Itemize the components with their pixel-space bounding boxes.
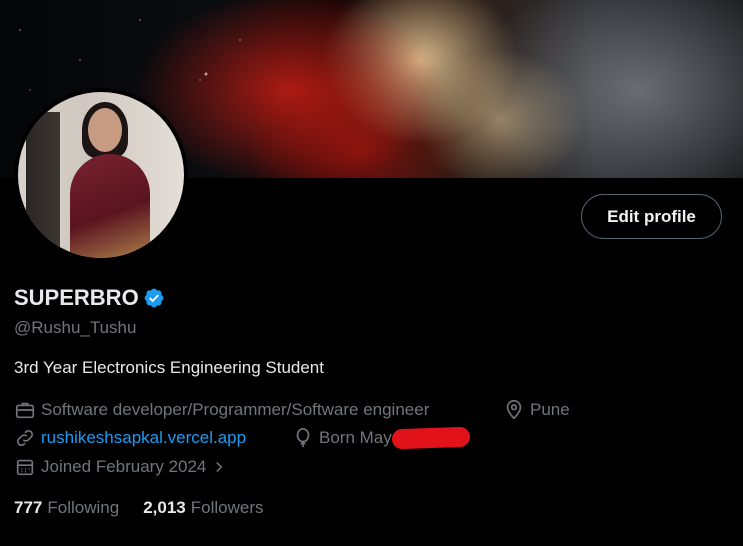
- profile-job: Software developer/Programmer/Software e…: [14, 399, 429, 421]
- profile-location: Pune: [503, 399, 570, 421]
- briefcase-icon: [15, 402, 35, 419]
- followers-count: 2,013: [143, 498, 186, 517]
- profile-name: SUPERBRO: [14, 285, 139, 310]
- chevron-right-icon[interactable]: [210, 458, 228, 476]
- profile-joined-text: Joined February 2024: [41, 457, 207, 476]
- avatar-photo: [18, 92, 184, 258]
- following-label: Following: [47, 498, 120, 517]
- profile-joined[interactable]: Joined February 2024: [14, 456, 233, 478]
- profile-handle: @Rushu_Tushu: [14, 318, 137, 337]
- profile-name-row: SUPERBRO: [14, 285, 165, 311]
- website-link[interactable]: rushikeshsapkal.vercel.app: [41, 428, 246, 448]
- profile-born: Born May: [292, 426, 471, 450]
- profile-stats: 777 Following 2,013 Followers: [14, 498, 287, 518]
- following-count: 777: [14, 498, 43, 517]
- following-link[interactable]: 777 Following: [14, 498, 119, 518]
- profile-location-text: Pune: [530, 400, 570, 419]
- followers-label: Followers: [190, 498, 264, 517]
- profile-website[interactable]: rushikeshsapkal.vercel.app: [14, 427, 246, 449]
- redaction-mark: [391, 426, 471, 450]
- followers-link[interactable]: 2,013 Followers: [143, 498, 263, 518]
- profile-bio: 3rd Year Electronics Engineering Student: [14, 358, 324, 377]
- profile-avatar[interactable]: [14, 88, 188, 262]
- profile-born-text: Born May: [319, 428, 392, 447]
- balloon-icon: [296, 428, 310, 448]
- profile-job-text: Software developer/Programmer/Software e…: [41, 400, 430, 419]
- link-icon: [16, 429, 34, 447]
- verified-badge-icon[interactable]: [143, 287, 165, 309]
- calendar-icon: [16, 459, 34, 476]
- edit-profile-button[interactable]: Edit profile: [581, 194, 722, 239]
- location-pin-icon: [506, 400, 522, 420]
